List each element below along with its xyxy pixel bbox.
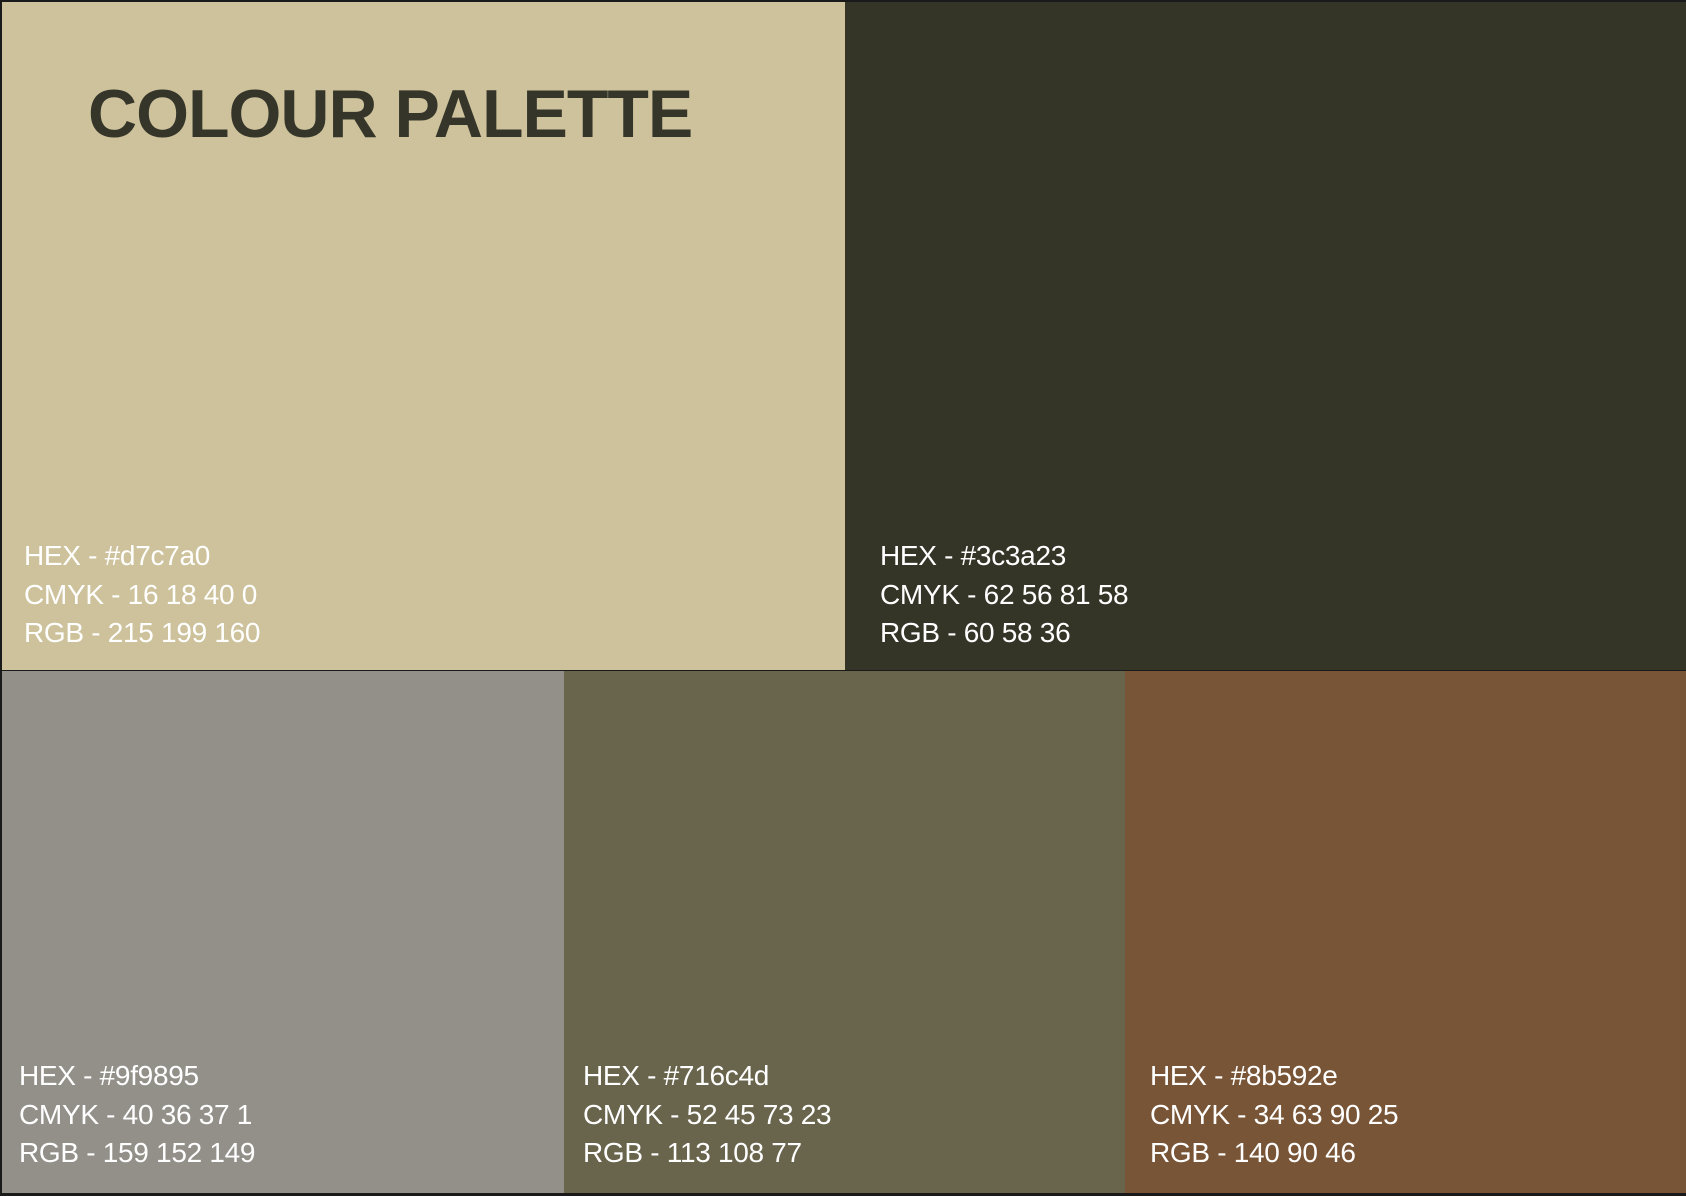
swatch-brown: HEX - #8b592e CMYK - 34 63 90 25 RGB - 1…	[1125, 671, 1686, 1193]
page-title: COLOUR PALETTE	[88, 76, 693, 152]
rgb-value: RGB - 159 152 149	[19, 1137, 256, 1168]
swatch-dark-olive: HEX - #3c3a23 CMYK - 62 56 81 58 RGB - 6…	[845, 2, 1686, 670]
hex-value: HEX - #8b592e	[1150, 1060, 1338, 1091]
swatch-grey: HEX - #9f9895 CMYK - 40 36 37 1 RGB - 15…	[2, 671, 564, 1193]
swatch-info: HEX - #8b592e CMYK - 34 63 90 25 RGB - 1…	[1150, 1057, 1399, 1173]
cmyk-value: CMYK - 16 18 40 0	[24, 578, 258, 610]
hex-value: HEX - #3c3a23	[880, 540, 1066, 571]
swatch-info: HEX - #9f9895 CMYK - 40 36 37 1 RGB - 15…	[19, 1057, 255, 1173]
cmyk-value: CMYK - 52 45 73 23	[583, 1098, 832, 1130]
swatch-beige: COLOUR PALETTE HEX - #d7c7a0 CMYK - 16 1…	[2, 2, 845, 670]
rgb-value: RGB - 140 90 46	[1150, 1137, 1356, 1168]
hex-value: HEX - #716c4d	[583, 1060, 769, 1091]
swatch-info: HEX - #3c3a23 CMYK - 62 56 81 58 RGB - 6…	[880, 537, 1129, 653]
swatch-olive: HEX - #716c4d CMYK - 52 45 73 23 RGB - 1…	[564, 671, 1125, 1193]
hex-value: HEX - #9f9895	[19, 1060, 199, 1091]
colour-palette-page: COLOUR PALETTE HEX - #d7c7a0 CMYK - 16 1…	[0, 0, 1686, 1196]
swatch-info: HEX - #d7c7a0 CMYK - 16 18 40 0 RGB - 21…	[24, 537, 260, 653]
rgb-value: RGB - 60 58 36	[880, 617, 1071, 648]
cmyk-value: CMYK - 34 63 90 25	[1150, 1098, 1399, 1130]
cmyk-value: CMYK - 62 56 81 58	[880, 578, 1129, 610]
rgb-value: RGB - 113 108 77	[583, 1137, 802, 1168]
hex-value: HEX - #d7c7a0	[24, 540, 210, 571]
rgb-value: RGB - 215 199 160	[24, 617, 261, 648]
cmyk-value: CMYK - 40 36 37 1	[19, 1098, 253, 1130]
swatch-info: HEX - #716c4d CMYK - 52 45 73 23 RGB - 1…	[583, 1057, 832, 1173]
